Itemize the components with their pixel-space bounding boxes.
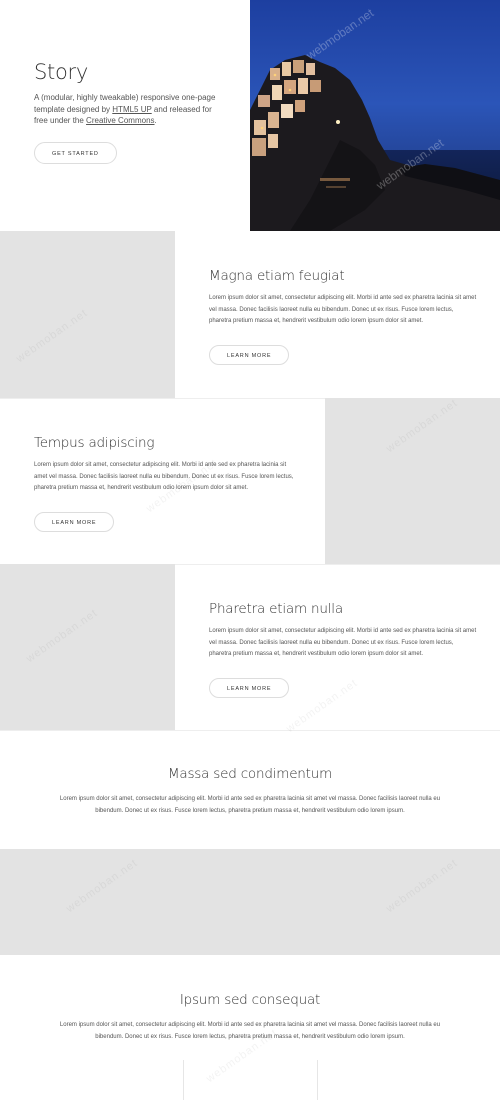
section-ipsum: Ipsum sed consequat Lorem ipsum dolor si…	[0, 992, 500, 1043]
spotlight-3: Pharetra etiam nulla Lorem ipsum dolor s…	[0, 564, 500, 730]
cliff-village-image: webmoban.net webmoban.net	[250, 0, 500, 231]
learn-more-button-1[interactable]: LEARN MORE	[209, 344, 290, 365]
spotlight-3-image	[0, 564, 175, 730]
get-started-button[interactable]: GET STARTED	[34, 141, 117, 164]
banner-text-after: .	[154, 116, 157, 125]
spotlight-1-title: Magna etiam feugiat	[209, 268, 345, 284]
section-ipsum-text: Lorem ipsum dolor sit amet, consectetur …	[59, 1022, 441, 1040]
divider	[0, 730, 500, 731]
learn-more-button-3[interactable]: LEARN MORE	[209, 677, 290, 698]
banner-content: Story A (modular, highly tweakable) resp…	[34, 60, 224, 164]
section-massa-text: Lorem ipsum dolor sit amet, consectetur …	[59, 796, 441, 814]
banner-text: A (modular, highly tweakable) responsive…	[34, 92, 224, 127]
learn-more-button-2[interactable]: LEARN MORE	[34, 511, 115, 532]
banner-title: Story	[34, 60, 88, 84]
spotlight-2-image	[325, 398, 500, 564]
spotlight-1-content: Magna etiam feugiat Lorem ipsum dolor si…	[209, 268, 477, 365]
spotlight-2-content: Tempus adipiscing Lorem ipsum dolor sit …	[34, 435, 294, 532]
creative-commons-link[interactable]: Creative Commons	[86, 116, 154, 125]
section-ipsum-title: Ipsum sed consequat	[179, 992, 321, 1008]
html5up-link[interactable]: HTML5 UP	[112, 105, 151, 114]
spotlight-2-text: Lorem ipsum dolor sit amet, consectetur …	[34, 462, 294, 491]
spotlight-1-text: Lorem ipsum dolor sit amet, consectetur …	[209, 295, 477, 324]
spotlight-3-text: Lorem ipsum dolor sit amet, consectetur …	[209, 628, 477, 657]
column-divider	[317, 1060, 318, 1100]
spotlight-2-title: Tempus adipiscing	[34, 435, 155, 451]
column-divider	[183, 1060, 184, 1100]
section-massa: Massa sed condimentum Lorem ipsum dolor …	[0, 766, 500, 817]
section-massa-title: Massa sed condimentum	[167, 766, 333, 782]
banner: Story A (modular, highly tweakable) resp…	[0, 0, 500, 231]
banner-image: webmoban.net webmoban.net	[250, 0, 500, 231]
spotlight-3-title: Pharetra etiam nulla	[209, 601, 343, 617]
